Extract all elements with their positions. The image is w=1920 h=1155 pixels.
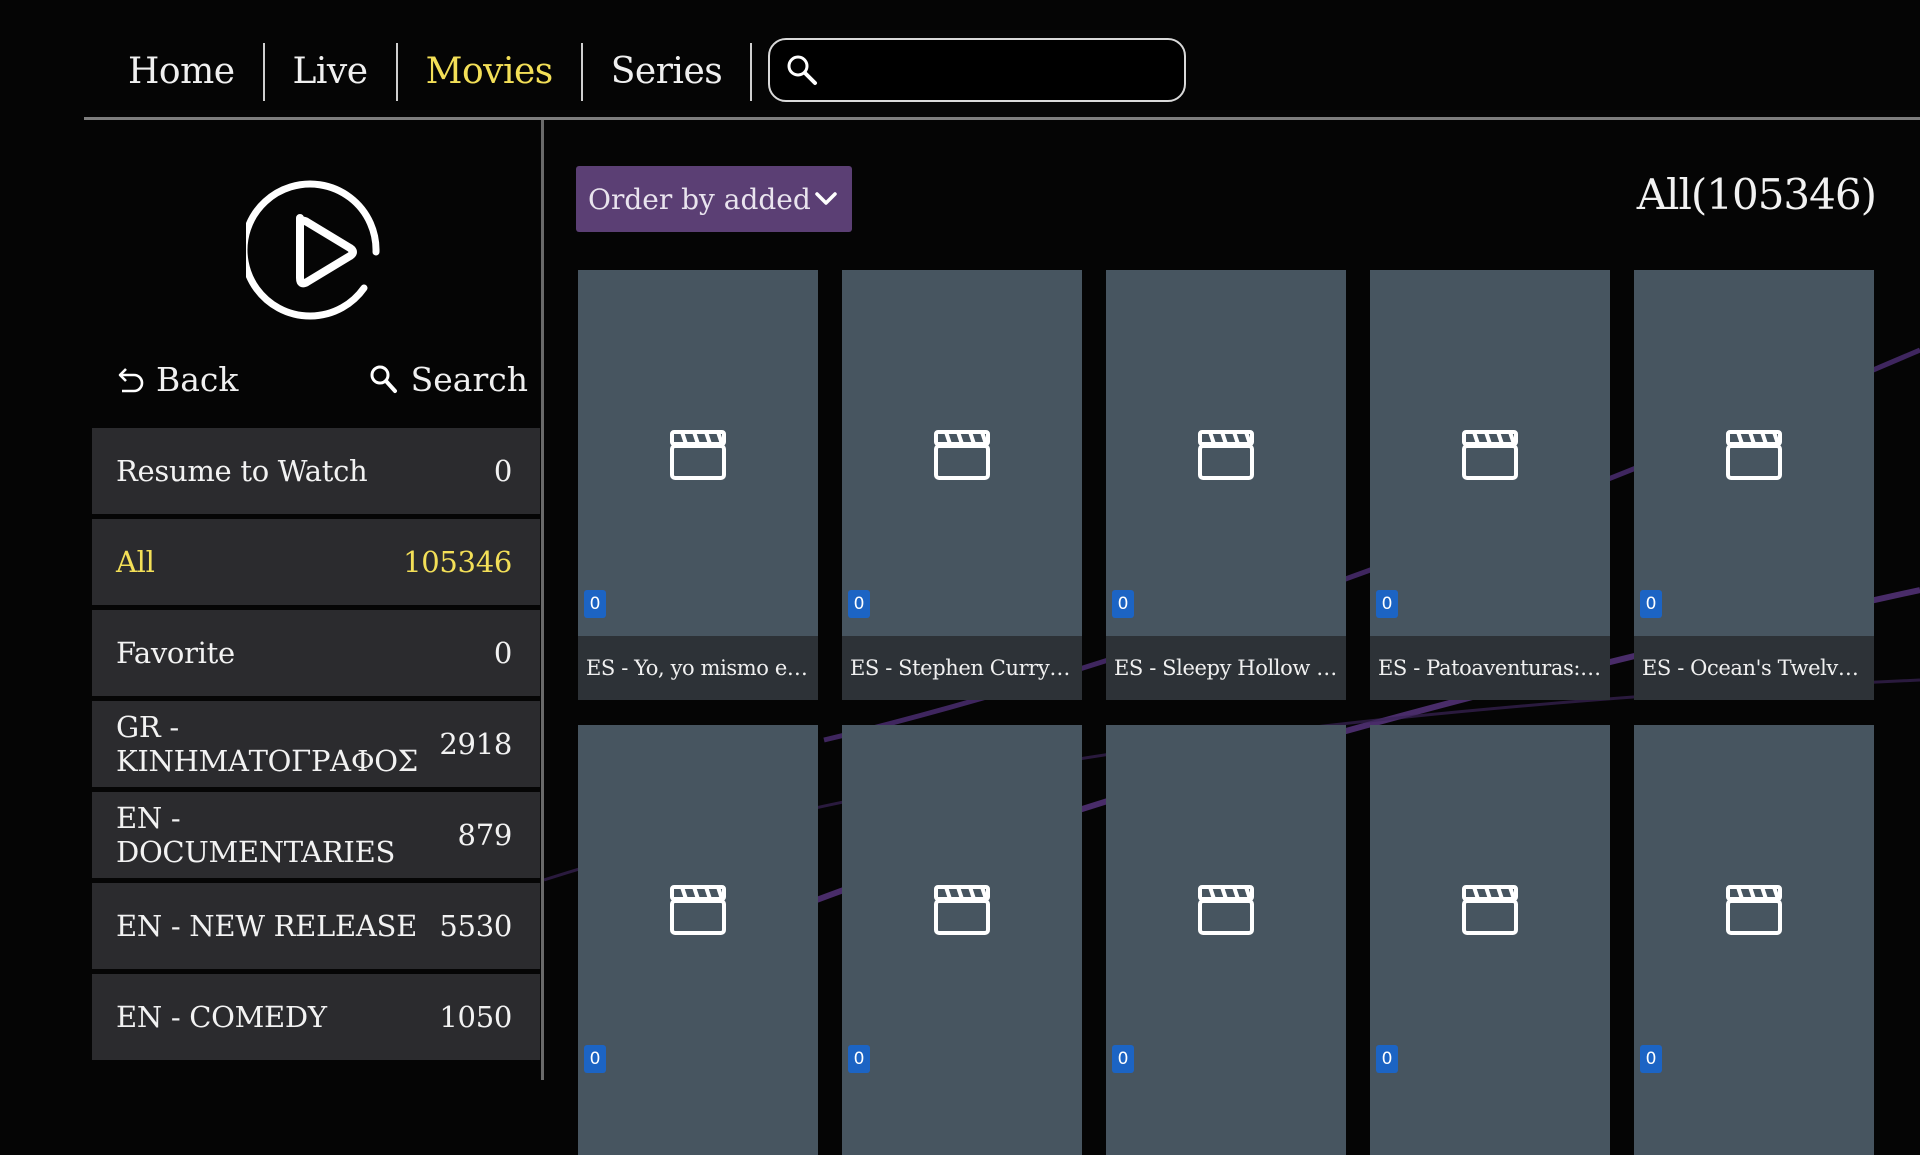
view-count-badge: 0 — [1112, 1045, 1134, 1073]
movie-title: ES - Stephen Curry: Un ju.. — [842, 636, 1082, 700]
movie-card[interactable]: 0 — [1106, 725, 1346, 1155]
movie-card[interactable]: 0 ES - Stephen Curry: Un ju.. — [842, 270, 1082, 700]
movie-card[interactable]: 0 ES - Ocean's Twelve (200.. — [1634, 270, 1874, 700]
movie-card[interactable]: 0 ES - Yo, yo mismo e Irene.. — [578, 270, 818, 700]
category-item-en-new-release[interactable]: EN - NEW RELEASE 5530 — [92, 883, 540, 969]
category-label: Favorite — [116, 636, 235, 670]
category-list: Resume to Watch 0 All 105346 Favorite 0 … — [92, 428, 540, 1065]
movie-title: ES - Ocean's Twelve (200.. — [1634, 636, 1874, 700]
movie-card[interactable]: 0 — [1370, 725, 1610, 1155]
category-label: EN - NEW RELEASE — [116, 909, 417, 943]
undo-arrow-icon — [118, 367, 144, 392]
tab-series[interactable]: Series — [583, 43, 750, 101]
back-button[interactable]: Back — [112, 360, 238, 399]
clapperboard-icon — [670, 885, 726, 935]
category-label: EN - DOCUMENTARIES — [116, 801, 396, 869]
nav-divider — [750, 43, 753, 101]
sidebar-search-button[interactable]: Search — [367, 360, 528, 399]
top-bar: Home Live Movies Series — [0, 0, 1920, 120]
movie-card[interactable]: 0 — [842, 725, 1082, 1155]
movie-title: ES - Yo, yo mismo e Irene.. — [578, 636, 818, 700]
chevron-down-icon — [815, 192, 837, 205]
category-item-favorite[interactable]: Favorite 0 — [92, 610, 540, 696]
view-count-badge: 0 — [1376, 590, 1398, 618]
category-label: Resume to Watch — [116, 454, 368, 488]
sidebar-divider — [541, 120, 544, 1080]
category-item-resume-to-watch[interactable]: Resume to Watch 0 — [92, 428, 540, 514]
sidebar: Back Search Resume to Watch 0 All 105346… — [84, 120, 542, 1080]
main-nav: Home Live Movies Series — [100, 40, 753, 104]
view-count-badge: 0 — [584, 1045, 606, 1073]
clapperboard-icon — [1726, 430, 1782, 480]
clapperboard-icon — [1726, 885, 1782, 935]
clapperboard-icon — [670, 430, 726, 480]
category-item-en-documentaries[interactable]: EN - DOCUMENTARIES 879 — [92, 792, 540, 878]
view-count-badge: 0 — [1640, 590, 1662, 618]
category-item-en-comedy[interactable]: EN - COMEDY 1050 — [92, 974, 540, 1060]
search-icon — [787, 55, 817, 85]
movie-card[interactable]: 0 — [578, 725, 818, 1155]
movie-title: ES - Patoaventuras: La pe.. — [1370, 636, 1610, 700]
category-count: 879 — [457, 818, 513, 852]
view-count-badge: 0 — [1376, 1045, 1398, 1073]
sidebar-search-label: Search — [410, 360, 528, 399]
movie-title: ES - Sleepy Hollow (El Ji.. — [1106, 636, 1346, 700]
clapperboard-icon — [934, 885, 990, 935]
view-count-badge: 0 — [1640, 1045, 1662, 1073]
movie-card[interactable]: 0 ES - Sleepy Hollow (El Ji.. — [1106, 270, 1346, 700]
category-count: 105346 — [403, 545, 512, 579]
category-count: 2918 — [439, 727, 512, 761]
back-label: Back — [156, 360, 239, 399]
clapperboard-icon — [1198, 430, 1254, 480]
search-box[interactable] — [768, 38, 1186, 102]
search-icon — [370, 365, 397, 393]
category-count: 0 — [493, 454, 512, 488]
play-circle-icon — [246, 180, 380, 320]
category-label: GR - ΚΙΝΗΜΑΤΟΓΡΑΦΟΣ — [116, 710, 418, 778]
clapperboard-icon — [1198, 885, 1254, 935]
clapperboard-icon — [1462, 885, 1518, 935]
view-count-badge: 0 — [584, 590, 606, 618]
movie-card[interactable]: 0 — [1634, 725, 1874, 1155]
clapperboard-icon — [934, 430, 990, 480]
tab-home[interactable]: Home — [100, 43, 263, 101]
results-count: All(105346) — [1636, 170, 1877, 219]
tab-movies[interactable]: Movies — [398, 43, 581, 101]
movie-card[interactable]: 0 ES - Patoaventuras: La pe.. — [1370, 270, 1610, 700]
category-count: 1050 — [439, 1000, 512, 1034]
category-label: EN - COMEDY — [116, 1000, 327, 1034]
search-input[interactable] — [828, 48, 1168, 92]
tab-live[interactable]: Live — [265, 43, 396, 101]
category-label: All — [116, 545, 155, 579]
order-dropdown[interactable]: Order by added — [576, 166, 852, 232]
order-dropdown-value: Order by added — [588, 182, 811, 216]
category-item-all[interactable]: All 105346 — [92, 519, 540, 605]
sidebar-actions: Back Search — [106, 360, 528, 410]
view-count-badge: 0 — [848, 1045, 870, 1073]
clapperboard-icon — [1462, 430, 1518, 480]
category-item-gr-cinema[interactable]: GR - ΚΙΝΗΜΑΤΟΓΡΑΦΟΣ 2918 — [92, 701, 540, 787]
view-count-badge: 0 — [1112, 590, 1134, 618]
view-count-badge: 0 — [848, 590, 870, 618]
category-count: 0 — [493, 636, 512, 670]
category-count: 5530 — [439, 909, 512, 943]
